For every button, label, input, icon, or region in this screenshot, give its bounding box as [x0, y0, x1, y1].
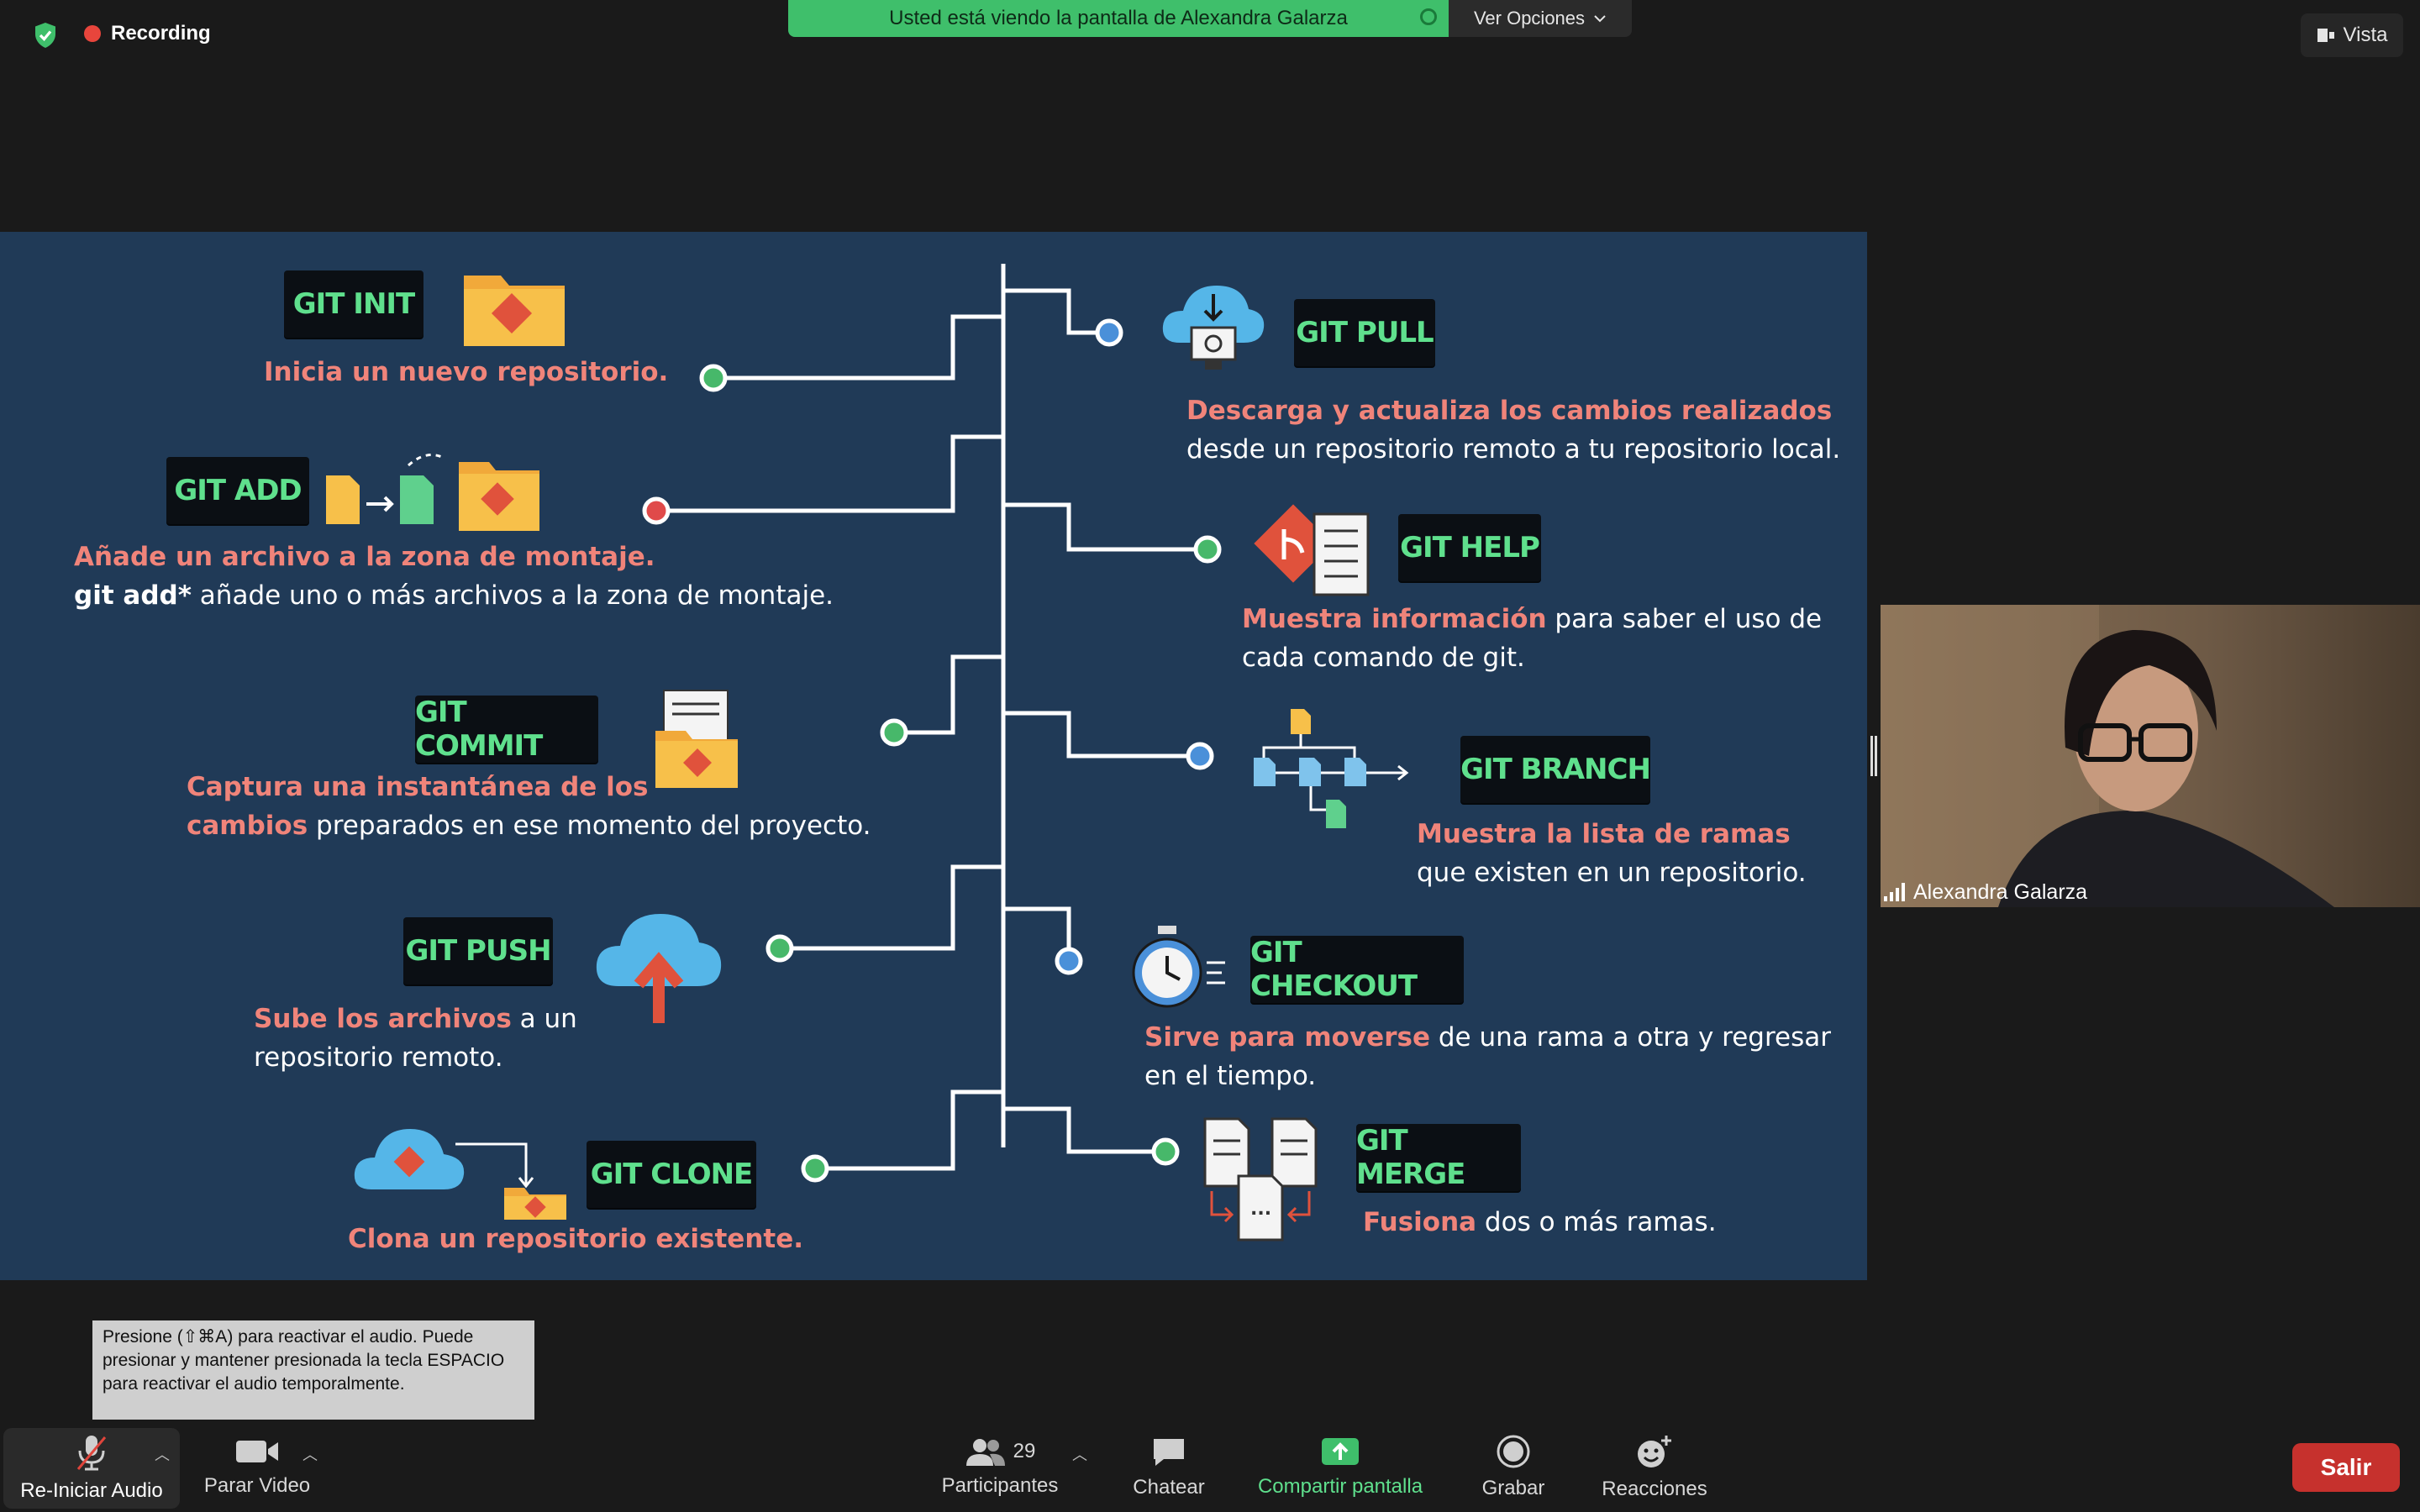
- reactions-button[interactable]: Reacciones: [1597, 1423, 1712, 1512]
- stop-video-button[interactable]: Parar Video: [195, 1423, 319, 1512]
- cloud-download-computer-icon: [1162, 286, 1265, 370]
- branch-files-icon: [1254, 709, 1409, 828]
- recording-label: Recording: [111, 22, 211, 45]
- git-pull-description: Descarga y actualiza los cambios realiza…: [1186, 396, 1841, 465]
- git-checkout-badge: GIT CHECKOUT: [1250, 936, 1464, 1003]
- git-help-badge: GIT HELP: [1398, 514, 1541, 581]
- participant-name: Alexandra Galarza: [1913, 879, 2088, 904]
- recording-dot-icon: [84, 25, 101, 42]
- git-push-badge: GIT PUSH: [403, 917, 553, 984]
- unmute-hint-tooltip: Presione (⇧⌘A) para reactivar el audio. …: [92, 1320, 534, 1420]
- git-init-description: Inicia un nuevo repositorio.: [264, 357, 669, 387]
- git-merge-description: Fusiona dos o más ramas.: [1363, 1207, 1717, 1237]
- view-options-dropdown[interactable]: Ver Opciones: [1449, 0, 1632, 37]
- git-checkout-description: Sirve para moverse de una rama a otra y …: [1144, 1022, 1831, 1091]
- file-staging-icon: [326, 454, 539, 531]
- security-shield-icon[interactable]: [30, 20, 60, 50]
- chat-button[interactable]: Chatear: [1118, 1423, 1220, 1512]
- git-push-description: Sube los archivos a un repositorio remot…: [254, 1004, 577, 1073]
- git-pull-badge: GIT PULL: [1294, 299, 1435, 366]
- share-screen-button[interactable]: Compartir pantalla: [1244, 1423, 1437, 1512]
- git-clone-description: Clona un repositorio existente.: [348, 1224, 804, 1254]
- svg-text:...: ...: [1250, 1199, 1271, 1220]
- participants-icon: [965, 1439, 1005, 1466]
- participant-name-label: Alexandra Galarza: [1881, 877, 2087, 907]
- share-status-icon: [1420, 8, 1437, 25]
- shared-screen-slide: GIT INIT Inicia un nuevo repositorio. GI…: [0, 232, 1867, 1280]
- git-branch-badge: GIT BRANCH: [1460, 736, 1651, 803]
- stop-video-label: Parar Video: [203, 1474, 311, 1497]
- video-camera-icon: [236, 1441, 278, 1462]
- screen-share-banner: Usted está viendo la pantalla de Alexand…: [788, 0, 1449, 37]
- cloud-upload-icon: [596, 914, 722, 1023]
- signal-strength-icon: [1884, 883, 1905, 901]
- participants-count: 29: [1013, 1440, 1036, 1462]
- git-add-badge: GIT ADD: [166, 457, 309, 524]
- record-label: Grabar: [1481, 1477, 1545, 1499]
- audio-options-caret-icon[interactable]: ︿: [155, 1443, 170, 1465]
- meeting-toolbar: Re-Iniciar Audio ︿ Parar Video ︿ 29 Part…: [0, 1423, 2420, 1512]
- record-icon: [1497, 1435, 1530, 1468]
- share-screen-label: Compartir pantalla: [1257, 1475, 1423, 1498]
- view-layout-icon: [2317, 29, 2334, 42]
- stopwatch-icon: [1132, 926, 1225, 1008]
- repository-folder-icon: [464, 276, 565, 346]
- git-merge-badge: GIT MERGE: [1356, 1124, 1521, 1191]
- git-help-document-icon: [1254, 504, 1370, 596]
- restart-audio-button[interactable]: Re-Iniciar Audio: [3, 1428, 180, 1509]
- chevron-down-icon: [1594, 15, 1606, 23]
- participant-video-frame: [1881, 605, 2420, 907]
- git-commit-badge: GIT COMMIT: [415, 696, 598, 763]
- participants-options-caret-icon[interactable]: ︿: [1072, 1443, 1087, 1465]
- panel-resize-handle[interactable]: [1870, 736, 1877, 776]
- clone-repository-icon: [354, 1129, 566, 1220]
- git-add-description: Añade un archivo a la zona de montaje. g…: [74, 542, 834, 611]
- leave-meeting-button[interactable]: Salir: [2292, 1443, 2400, 1492]
- chat-label: Chatear: [1133, 1476, 1205, 1499]
- git-branch-description: Muestra la lista de ramas que existen en…: [1417, 819, 1807, 888]
- participants-label: Participantes: [941, 1474, 1059, 1497]
- git-commit-description: Captura una instantánea de los cambios p…: [187, 772, 871, 841]
- microphone-muted-icon: [76, 1436, 107, 1471]
- record-button[interactable]: Grabar: [1462, 1423, 1565, 1512]
- git-help-description: Muestra información para saber el uso de…: [1242, 604, 1823, 673]
- reactions-label: Reacciones: [1602, 1478, 1707, 1500]
- share-screen-icon: [1322, 1438, 1359, 1465]
- participants-button[interactable]: 29 Participantes: [928, 1423, 1072, 1512]
- share-banner-text: Usted está viendo la pantalla de Alexand…: [889, 7, 1348, 29]
- participant-video-tile[interactable]: [1881, 605, 2420, 907]
- view-options-label: Ver Opciones: [1473, 8, 1586, 29]
- view-button-label: Vista: [2343, 24, 2388, 46]
- view-button[interactable]: Vista: [2301, 13, 2403, 57]
- git-init-badge: GIT INIT: [284, 270, 424, 338]
- recording-indicator: Recording: [84, 22, 211, 45]
- restart-audio-label: Re-Iniciar Audio: [20, 1479, 163, 1502]
- add-reaction-icon: [1638, 1436, 1671, 1467]
- video-options-caret-icon[interactable]: ︿: [302, 1443, 318, 1465]
- git-clone-badge: GIT CLONE: [587, 1141, 756, 1208]
- chat-bubble-icon: [1154, 1439, 1184, 1466]
- merge-documents-icon: ...: [1203, 1117, 1318, 1242]
